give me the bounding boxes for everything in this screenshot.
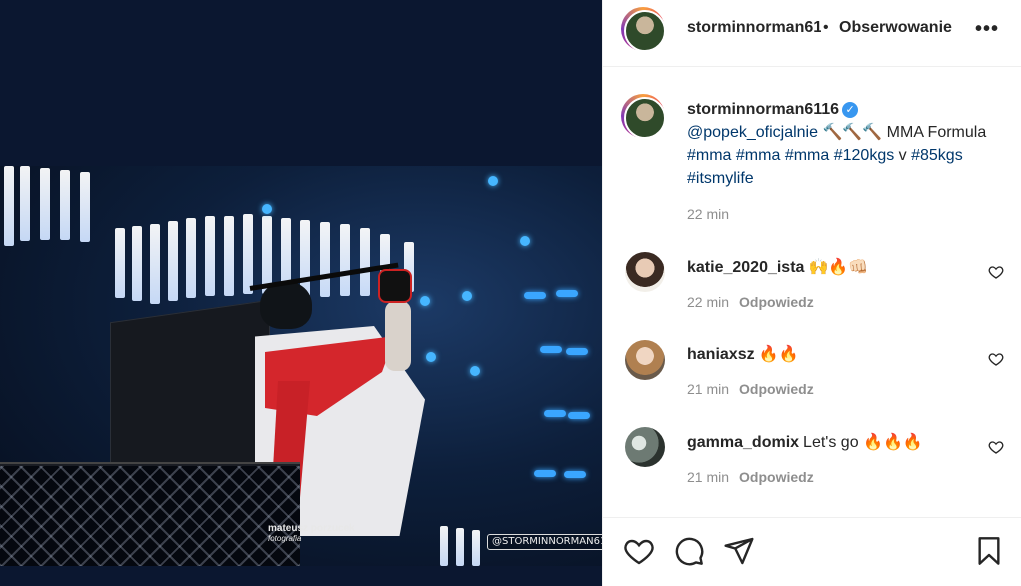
photographer-sub: fotografia xyxy=(268,534,302,543)
comment-text: katie_2020_ista 🙌🔥👊🏻 xyxy=(687,257,868,277)
reply-button[interactable]: Odpowiedz xyxy=(739,381,814,397)
reply-button[interactable]: Odpowiedz xyxy=(739,469,814,485)
stage-light-dash xyxy=(540,346,562,353)
comment-meta: 21 min Odpowiedz xyxy=(687,381,814,397)
stage-light-dash xyxy=(524,292,546,299)
stage-light-bar xyxy=(224,216,234,296)
comment-time[interactable]: 22 min xyxy=(687,294,729,310)
comment-text: gamma_domix Let's go 🔥🔥🔥 xyxy=(687,432,923,452)
comment-username[interactable]: katie_2020_ista xyxy=(687,259,804,276)
more-options-icon[interactable]: ••• xyxy=(975,18,999,41)
stage-light-dot xyxy=(520,236,530,246)
header-separator: • xyxy=(823,19,829,36)
stage-light-bar xyxy=(168,221,178,301)
comment-time[interactable]: 21 min xyxy=(687,469,729,485)
commenter-avatar[interactable] xyxy=(625,340,665,380)
verified-badge-icon: ✓ xyxy=(842,102,859,118)
author-avatar[interactable] xyxy=(621,7,666,52)
heart-icon[interactable] xyxy=(623,535,655,567)
stage-light-bar xyxy=(150,224,160,304)
author-username[interactable]: storminnorman6116 xyxy=(687,19,821,37)
comment-time[interactable]: 21 min xyxy=(687,381,729,397)
hashtag[interactable]: #itsmylife xyxy=(687,170,754,187)
stage-light-bar xyxy=(40,168,50,240)
stage-light-bar xyxy=(360,228,370,296)
post-photo[interactable]: mateusz porzucek fotografia @STORMINNORM… xyxy=(0,166,602,566)
stage-light-dash xyxy=(544,410,566,417)
caption-text: MMA Formula xyxy=(882,124,987,141)
caption-time[interactable]: 22 min xyxy=(687,206,729,222)
comment-meta: 22 min Odpowiedz xyxy=(687,294,814,310)
stage-light-bar xyxy=(472,530,480,566)
post-media-panel: mateusz porzucek fotografia @STORMINNORM… xyxy=(0,0,602,586)
stage-light-bar xyxy=(80,172,90,242)
stage-light-dot xyxy=(462,291,472,301)
stage-light-bar xyxy=(440,526,448,566)
comment-username[interactable]: haniaxsz xyxy=(687,346,755,363)
comment-username[interactable]: gamma_domix xyxy=(687,434,799,451)
stage-light-bar xyxy=(20,166,30,241)
bookmark-icon[interactable] xyxy=(973,535,1005,567)
photographer-watermark: mateusz porzucek fotografia xyxy=(268,524,355,544)
stage-light-bar xyxy=(320,222,330,297)
fighter-arm xyxy=(385,301,411,371)
cage-fence xyxy=(0,466,300,566)
comment-like-heart-icon[interactable] xyxy=(988,439,1004,455)
share-icon[interactable] xyxy=(723,535,755,567)
commenter-avatar[interactable] xyxy=(625,427,665,467)
stage-light-dot xyxy=(426,352,436,362)
caption-author-avatar[interactable] xyxy=(621,94,666,139)
stage-light-dot xyxy=(420,296,430,306)
stage-light-bar xyxy=(132,226,142,301)
stage-light-dot xyxy=(262,204,272,214)
stage-light-bar xyxy=(115,228,125,298)
stage-light-dot xyxy=(470,366,480,376)
stage-light-bar xyxy=(456,528,464,566)
stage-light-dash xyxy=(568,412,590,419)
following-button[interactable]: Obserwowanie xyxy=(839,19,952,37)
post-side-panel: storminnorman6116 • Obserwowanie ••• sto… xyxy=(602,0,1021,586)
hashtag[interactable]: #mma xyxy=(785,147,829,164)
stage-light-bar xyxy=(340,224,350,296)
commenter-avatar[interactable] xyxy=(625,252,665,292)
hashtag[interactable]: #120kgs xyxy=(834,147,895,164)
stage-light-bar xyxy=(300,220,310,296)
caption-username[interactable]: storminnorman6116 xyxy=(687,101,839,118)
reply-button[interactable]: Odpowiedz xyxy=(739,294,814,310)
comment-text: haniaxsz 🔥🔥 xyxy=(687,344,798,364)
comment-like-heart-icon[interactable] xyxy=(988,264,1004,280)
comment-meta: 21 min Odpowiedz xyxy=(687,469,814,485)
hashtag[interactable]: #mma xyxy=(687,147,731,164)
stage-light-dash xyxy=(564,471,586,478)
photographer-name: mateusz porzucek xyxy=(268,523,355,534)
comment-body: 🔥🔥 xyxy=(758,346,799,363)
stage-light-bar xyxy=(205,216,215,296)
caption-emoji: 🔨🔨🔨 xyxy=(822,124,883,141)
comment-like-heart-icon[interactable] xyxy=(988,351,1004,367)
comment-body: 🙌🔥👊🏻 xyxy=(808,259,869,276)
hashtag[interactable]: #85kgs xyxy=(911,147,963,164)
post-caption: storminnorman6116 ✓ @popek_oficjalnie 🔨🔨🔨… xyxy=(687,98,1007,190)
post-action-bar xyxy=(603,517,1021,586)
stage-light-bar xyxy=(243,214,253,294)
caption-mention[interactable]: @popek_oficjalnie xyxy=(687,124,818,141)
stage-light-dash xyxy=(534,470,556,477)
post-header: storminnorman6116 • Obserwowanie ••• xyxy=(603,0,1021,67)
stage-light-dot xyxy=(488,176,498,186)
hashtag[interactable]: #mma xyxy=(736,147,780,164)
stage-light-bar xyxy=(4,166,14,246)
image-handle-tag: @STORMINNORMAN6116 xyxy=(487,534,602,550)
stage-light-dash xyxy=(566,348,588,355)
caption-meta: 22 min xyxy=(687,206,729,222)
stage-light-dash xyxy=(556,290,578,297)
comment-icon[interactable] xyxy=(673,535,705,567)
stage-light-bar xyxy=(186,218,196,298)
fighter-glove xyxy=(378,269,412,303)
stage-light-bar xyxy=(60,170,70,240)
comment-body: Let's go 🔥🔥🔥 xyxy=(803,434,923,451)
caption-text: v xyxy=(894,147,912,164)
